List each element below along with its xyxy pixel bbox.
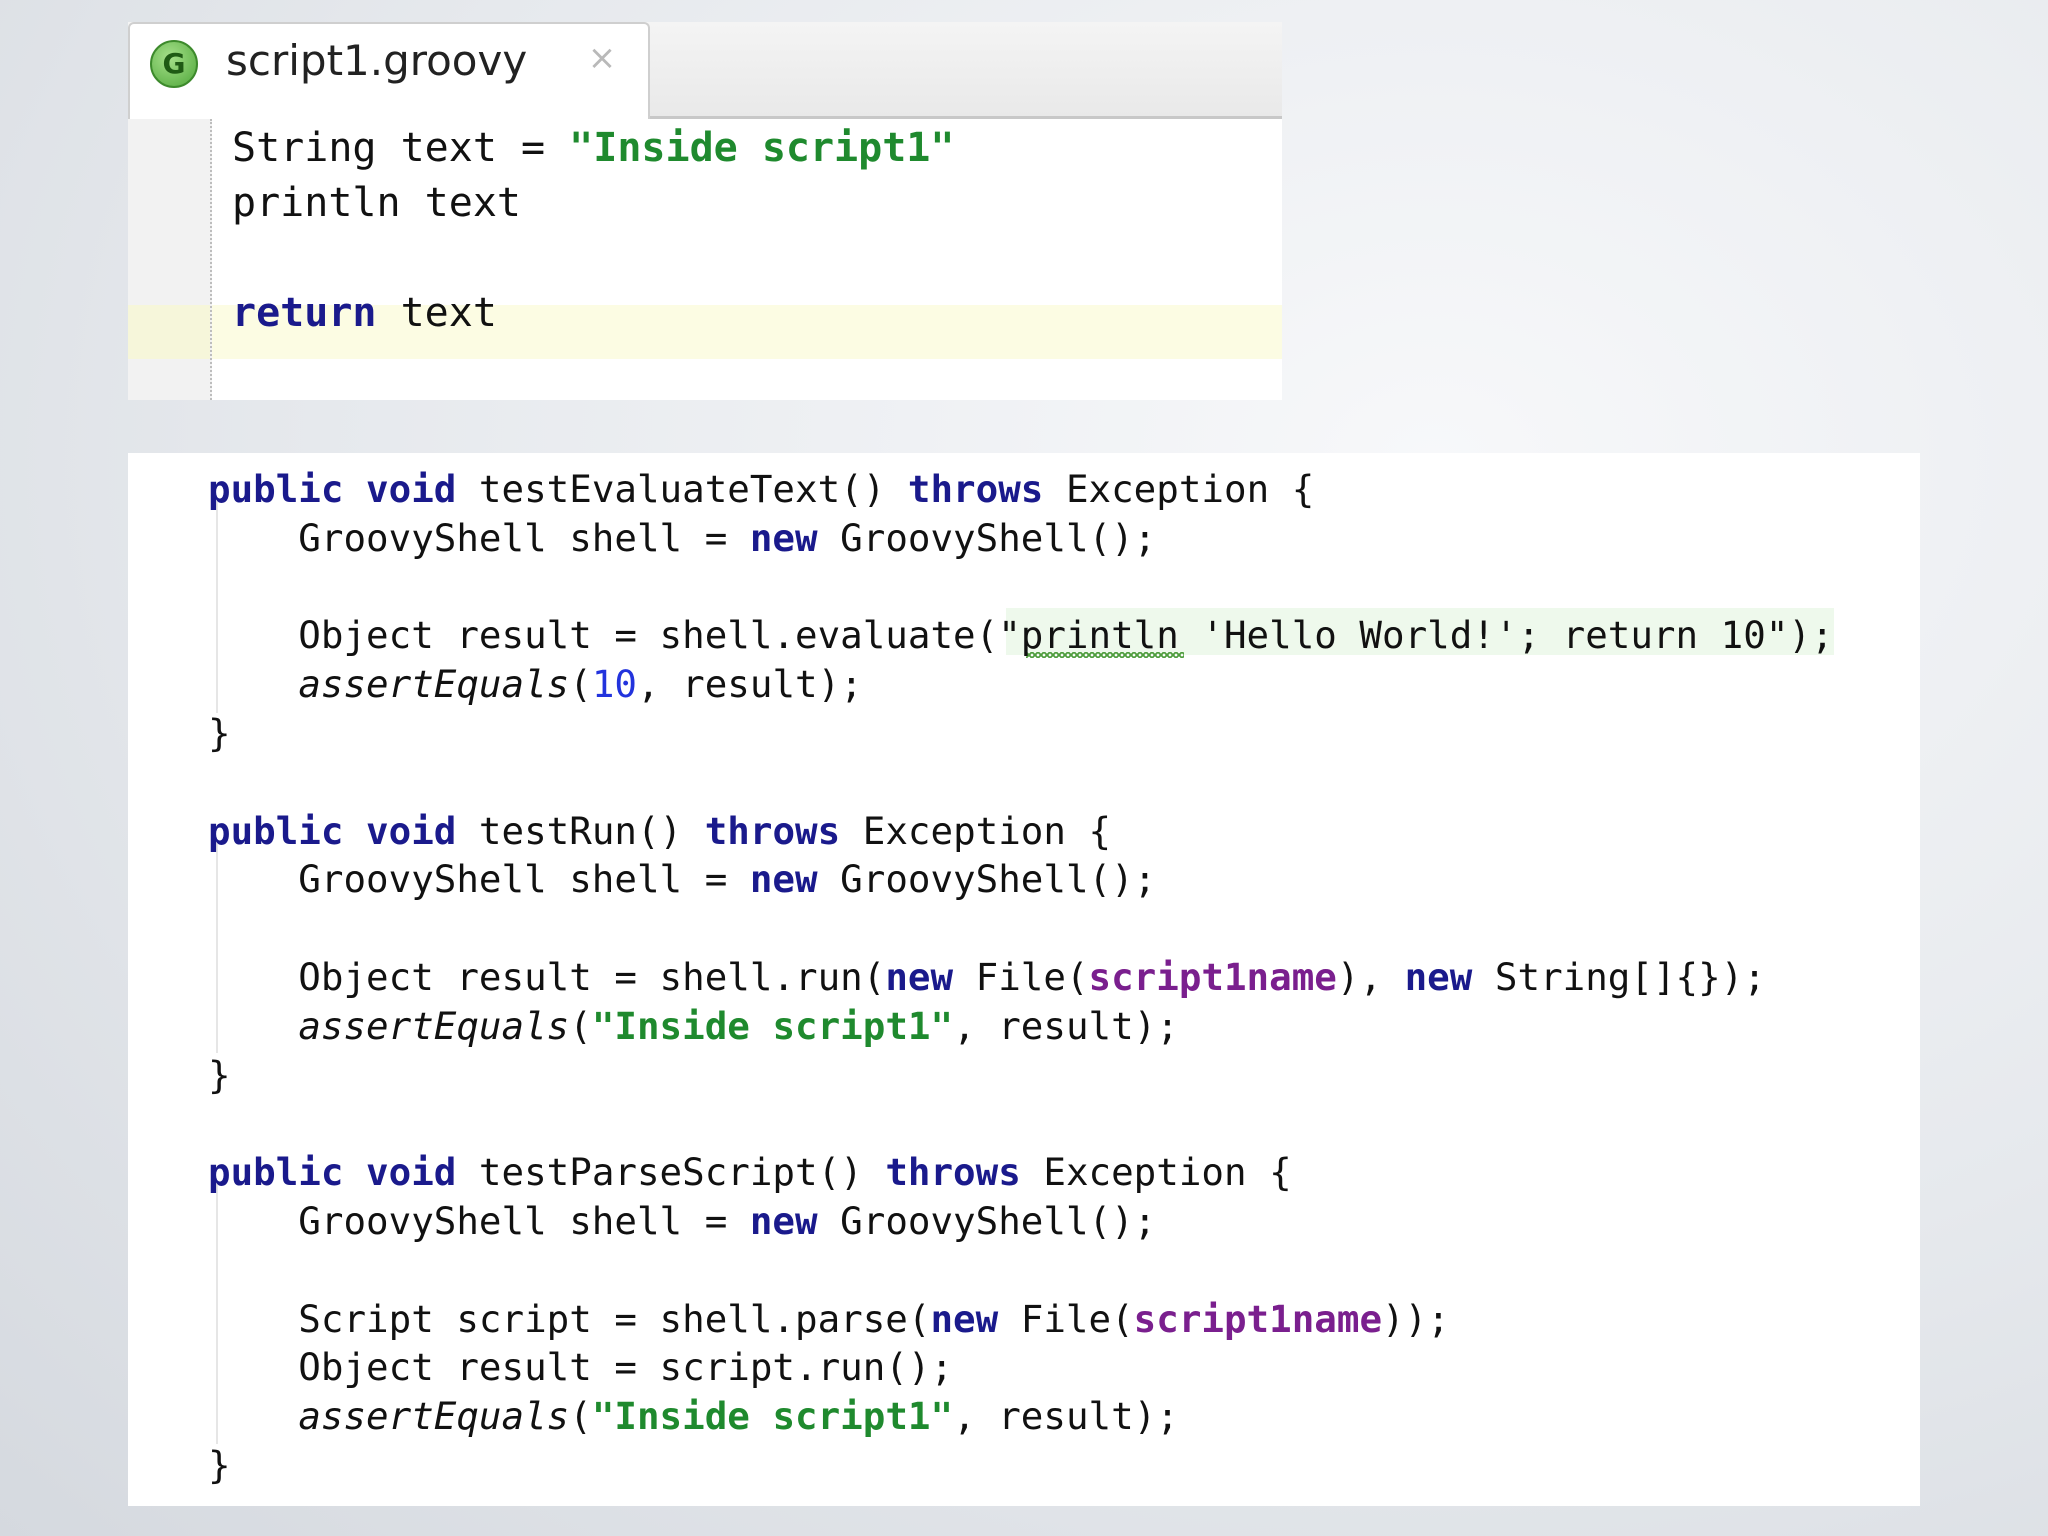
groovy-file-icon: G (150, 40, 198, 88)
java-code: public void testEvaluateText() throws Ex… (208, 465, 1834, 1490)
code-line: } (208, 1442, 231, 1487)
code-line: } (208, 710, 231, 755)
code-line: GroovyShell shell = new GroovyShell(); (208, 857, 1157, 902)
code-line: public void testEvaluateText() throws Ex… (208, 467, 1315, 511)
code-line: Script script = shell.parse(new File(scr… (208, 1296, 1450, 1341)
code-line: Object result = script.run(); (208, 1345, 954, 1390)
code-line: public void testRun() throws Exception { (208, 808, 1112, 853)
close-icon[interactable]: × (582, 38, 622, 78)
code-line: assertEquals("Inside script1", result); (298, 1003, 1179, 1048)
code-line: Object result = shell.evaluate("println … (208, 613, 1834, 658)
current-line-gutter (128, 305, 210, 359)
code-line: } (208, 1052, 231, 1097)
code-line: return text (232, 290, 497, 336)
groovy-editor-window: G script1.groovy × String text = "Inside… (128, 22, 1282, 400)
code-line: println text (232, 180, 521, 226)
code-line: assertEquals("Inside script1", result); (298, 1394, 1179, 1439)
java-code-panel: public void testEvaluateText() throws Ex… (128, 453, 1920, 1506)
code-line: GroovyShell shell = new GroovyShell(); (208, 1198, 1157, 1243)
code-line: String text = "Inside script1" (232, 125, 955, 171)
code-line: assertEquals(10, result); (298, 662, 863, 707)
tab-script1-groovy[interactable]: G script1.groovy × (128, 22, 650, 122)
tab-title: script1.groovy (226, 36, 528, 85)
groovy-code: String text = "Inside script1" println t… (232, 121, 954, 341)
code-line: public void testParseScript() throws Exc… (208, 1150, 1292, 1195)
code-line: Object result = shell.run(new File(scrip… (208, 954, 1766, 999)
editor-body[interactable]: String text = "Inside script1" println t… (128, 119, 1282, 400)
code-line: GroovyShell shell = new GroovyShell(); (208, 515, 1157, 560)
